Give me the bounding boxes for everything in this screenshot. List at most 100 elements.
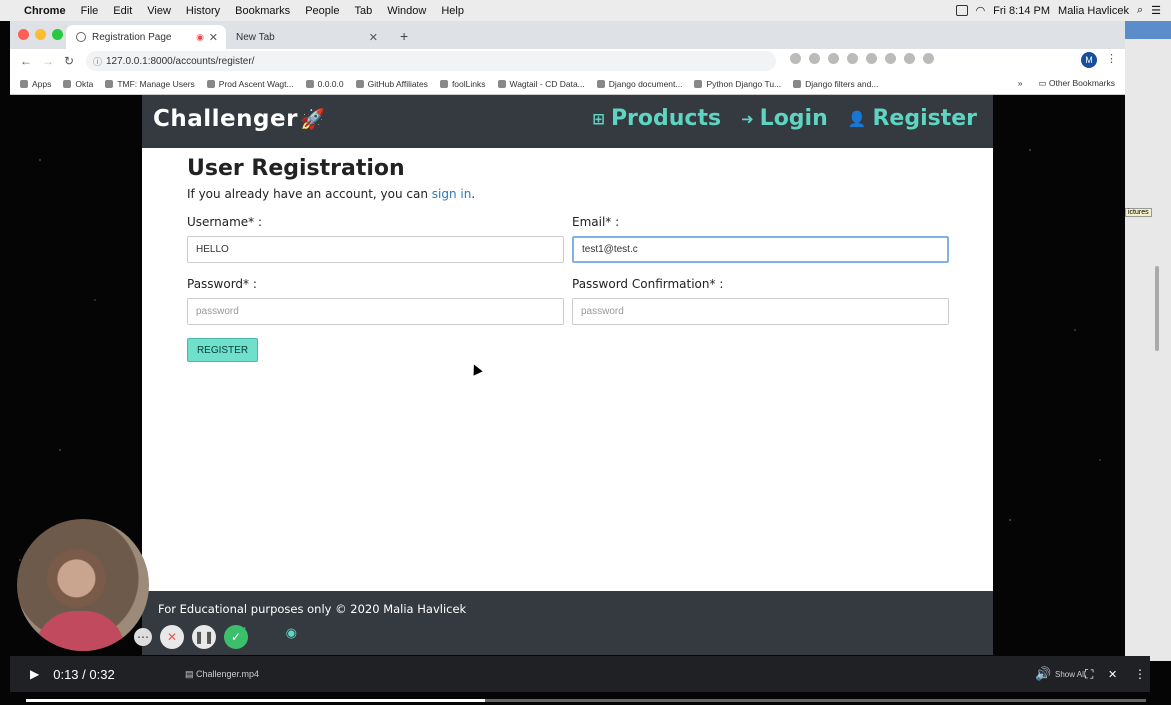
profile-avatar[interactable]: M — [1081, 52, 1097, 68]
tab-registration[interactable]: Registration Page ◉ ✕ — [66, 25, 226, 49]
address-bar[interactable]: ⓘ 127.0.0.1:8000/accounts/register/ — [86, 51, 776, 71]
password-input[interactable] — [187, 298, 564, 325]
bookmark-item[interactable]: foolLinks — [439, 79, 486, 89]
battery-icon[interactable] — [955, 5, 968, 16]
notification-center-icon[interactable]: ☰ — [1151, 4, 1161, 17]
registration-form: Username* : Email* : Password* : Passwor… — [187, 215, 957, 362]
password-confirm-input[interactable] — [572, 298, 949, 325]
password-confirm-group: Password Confirmation* : — [572, 277, 949, 325]
menu-help[interactable]: Help — [441, 5, 464, 17]
form-row: Username* : Email* : — [187, 215, 957, 263]
email-group: Email* : — [572, 215, 949, 263]
download-item[interactable]: ▤ Challenger.mp4 — [185, 669, 259, 680]
maximize-window-icon[interactable] — [52, 29, 63, 40]
close-window-icon[interactable] — [18, 29, 29, 40]
webcam-person — [35, 611, 125, 651]
email-input[interactable] — [572, 236, 949, 263]
bookmark-favicon-icon — [105, 79, 114, 88]
email-label: Email* : — [572, 215, 620, 229]
back-arrow-icon[interactable]: ← — [20, 54, 32, 68]
user-plus-icon: 👤 — [847, 109, 867, 128]
recording-icon: ◉ — [196, 31, 204, 42]
download-filename: Challenger.mp4 — [196, 668, 260, 679]
extension-icon[interactable] — [885, 53, 896, 64]
star-icon[interactable] — [809, 53, 820, 64]
browser-window: Registration Page ◉ ✕ New Tab ✕ + ← → ↻ … — [10, 21, 1125, 95]
finish-recording-icon[interactable]: ✓ — [224, 625, 248, 649]
register-button[interactable]: REGISTER — [187, 338, 258, 362]
menu-tab[interactable]: Tab — [354, 5, 372, 17]
bookmark-favicon-icon — [305, 79, 314, 88]
pause-recording-icon[interactable]: ❚❚ — [192, 625, 216, 649]
other-bookmarks[interactable]: » ▭ Other Bookmarks — [1018, 78, 1115, 89]
spotlight-icon[interactable]: ⌕ — [1137, 4, 1143, 17]
nav-products[interactable]: ⊞ Products — [592, 106, 721, 131]
extension-icon[interactable] — [847, 53, 858, 64]
github-icon[interactable]: ◉ — [286, 625, 297, 641]
file-icon: ▤ — [185, 668, 197, 679]
form-row: Password* : Password Confirmation* : — [187, 277, 957, 325]
menu-file[interactable]: File — [81, 5, 99, 17]
menubar-status-area: ◠ Fri 8:14 PM Malia Havlicek ⌕ ☰ — [955, 0, 1161, 21]
minimize-window-icon[interactable] — [35, 29, 46, 40]
nav-register[interactable]: 👤 Register — [848, 106, 977, 131]
info-icon[interactable]: ⓘ — [93, 55, 102, 68]
menubar-user[interactable]: Malia Havlicek — [1058, 5, 1129, 17]
menu-chrome[interactable]: Chrome — [24, 5, 66, 17]
globe-icon — [76, 32, 86, 42]
volume-icon[interactable]: 🔊 — [1035, 666, 1051, 682]
new-tab-plus-icon[interactable]: + — [400, 28, 408, 44]
extension-icon[interactable] — [866, 53, 877, 64]
bookmark-item[interactable]: Prod Ascent Wagt... — [206, 78, 294, 89]
bookmark-item[interactable]: Wagtail - CD Data... — [497, 79, 585, 89]
close-tab-icon[interactable]: ✕ — [209, 31, 218, 44]
username-input[interactable] — [187, 236, 564, 263]
bookmark-label: Okta — [75, 78, 94, 89]
camera-icon[interactable] — [790, 53, 801, 64]
url-text: 127.0.0.1:8000/accounts/register/ — [106, 55, 255, 67]
play-icon[interactable]: ▶ — [30, 667, 39, 681]
extension-icon[interactable] — [904, 53, 915, 64]
extension-icon[interactable] — [923, 53, 934, 64]
bookmark-item[interactable]: Django document... — [596, 79, 682, 89]
bookmark-item[interactable]: Python Django Tu... — [694, 79, 781, 89]
tab-new-tab[interactable]: New Tab ✕ — [226, 25, 386, 49]
menu-bookmarks[interactable]: Bookmarks — [235, 5, 290, 17]
close-tab-icon[interactable]: ✕ — [369, 31, 378, 44]
menu-window[interactable]: Window — [387, 5, 426, 17]
bookmark-item[interactable]: 0.0.0.0 — [305, 79, 344, 89]
sign-in-link[interactable]: sign in — [432, 187, 472, 201]
forward-arrow-icon[interactable]: → — [42, 54, 54, 68]
menu-history[interactable]: History — [186, 5, 220, 17]
close-download-bar-icon[interactable]: ✕ — [1108, 668, 1117, 681]
menubar-clock[interactable]: Fri 8:14 PM — [993, 5, 1050, 17]
video-menu-icon[interactable]: ⋮ — [1134, 667, 1146, 681]
bookmark-item[interactable]: GitHub Affiliates — [355, 79, 428, 89]
menu-edit[interactable]: Edit — [113, 5, 132, 17]
site-brand[interactable]: Challenger — [153, 106, 298, 132]
menu-view[interactable]: View — [147, 5, 171, 17]
wifi-icon[interactable]: ◠ — [976, 4, 986, 17]
background-scrollbar[interactable] — [1155, 266, 1159, 351]
extension-icon[interactable] — [828, 53, 839, 64]
more-bookmarks-chevron-icon[interactable]: » — [1018, 78, 1023, 88]
bookmark-item[interactable]: Okta — [63, 79, 93, 89]
nav-login[interactable]: ➜ Login — [741, 106, 828, 131]
more-options-icon[interactable]: ⋯ — [134, 628, 152, 646]
cancel-recording-icon[interactable]: ✕ — [160, 625, 184, 649]
recording-controls: ⋯ ✕ ❚❚ ✓ — [134, 625, 248, 649]
video-progress-bar[interactable] — [26, 699, 1146, 702]
menu-people[interactable]: People — [305, 5, 339, 17]
bookmark-label: Prod Ascent Wagt... — [218, 78, 294, 89]
username-label: Username* : — [187, 215, 263, 229]
bookmark-item[interactable]: Django filters and... — [793, 79, 878, 89]
bookmark-favicon-icon — [497, 79, 506, 88]
browser-menu-icon[interactable]: ⋮ — [1106, 52, 1117, 65]
bookmark-item[interactable]: Apps — [20, 79, 51, 89]
footer-copyright: For Educational purposes only © 2020 Mal… — [158, 602, 467, 616]
bookmark-item[interactable]: TMF: Manage Users — [105, 79, 195, 89]
show-all-downloads[interactable]: Show All — [1055, 670, 1086, 679]
reload-icon[interactable]: ↻ — [64, 54, 74, 68]
fullscreen-icon[interactable]: ⛶ — [1085, 667, 1093, 682]
video-time: 0:13 / 0:32 — [53, 666, 115, 682]
